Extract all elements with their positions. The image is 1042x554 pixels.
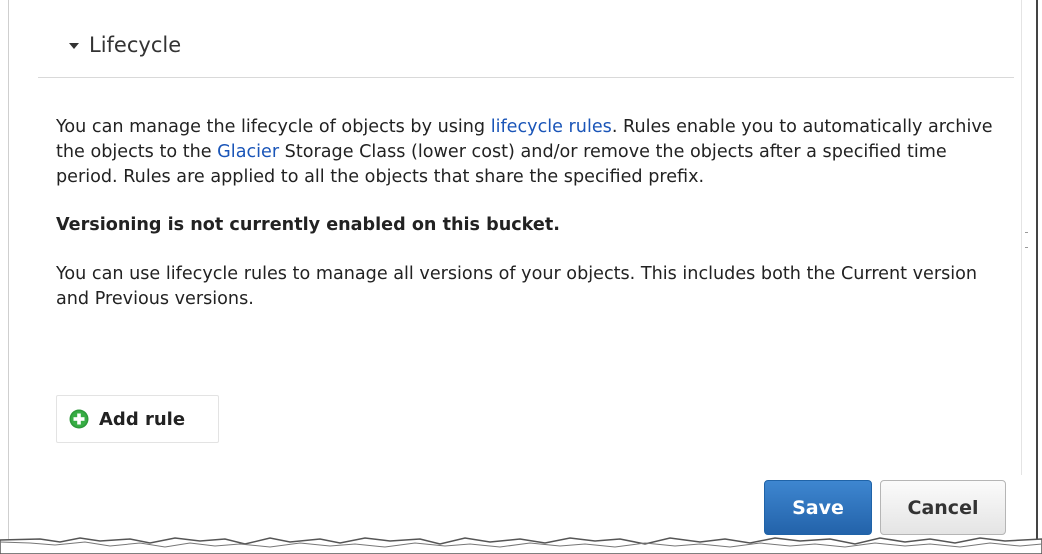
scrollbar-grip-icon[interactable] [1025, 232, 1028, 248]
caret-down-icon[interactable] [69, 42, 79, 49]
scrollbar[interactable] [1021, 0, 1032, 475]
plus-circle-icon [69, 409, 89, 429]
intro-paragraph: You can manage the lifecycle of objects … [56, 115, 1006, 190]
section-title: Lifecycle [89, 32, 182, 57]
screenshot-frame: Lifecycle You can manage the lifecycle o… [0, 0, 1042, 554]
save-button[interactable]: Save [764, 480, 872, 535]
torn-edge-decoration [0, 537, 1042, 554]
add-rule-button[interactable]: Add rule [56, 395, 219, 443]
lifecycle-description: You can manage the lifecycle of objects … [56, 115, 1006, 312]
versioning-notice: Versioning is not currently enabled on t… [56, 215, 560, 235]
glacier-link[interactable]: Glacier [217, 142, 279, 162]
cancel-button[interactable]: Cancel [880, 480, 1006, 535]
intro-text-1: You can manage the lifecycle of objects … [56, 117, 491, 137]
add-rule-label: Add rule [99, 408, 186, 430]
versions-paragraph: You can use lifecycle rules to manage al… [56, 264, 978, 309]
lifecycle-section-header[interactable]: Lifecycle [38, 22, 1014, 78]
lifecycle-rules-link[interactable]: lifecycle rules [491, 117, 612, 137]
